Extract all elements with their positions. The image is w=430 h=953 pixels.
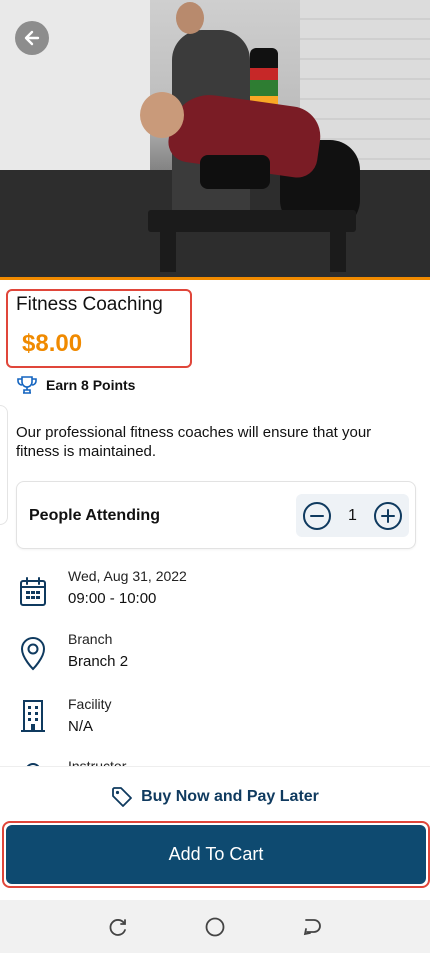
- back-button[interactable]: [15, 21, 49, 55]
- date-text: Wed, Aug 31, 2022: [68, 568, 187, 584]
- product-description: Our professional fitness coaches will en…: [16, 424, 372, 460]
- points-label: Earn 8 Points: [46, 377, 136, 393]
- hero-accent-stripe: [0, 277, 430, 280]
- product-price: $8.00: [22, 330, 83, 357]
- trophy-icon: [17, 376, 37, 394]
- minus-circle-icon: [303, 501, 331, 530]
- quantity-stepper: 1: [296, 494, 409, 537]
- facility-value: N/A: [68, 718, 94, 735]
- branch-row: Branch Branch 2: [16, 631, 416, 681]
- home-circle-icon: [205, 917, 225, 936]
- plus-circle-icon: [374, 501, 402, 530]
- points-row: Earn 8 Points: [16, 375, 135, 395]
- back-nav-icon: [303, 918, 321, 935]
- location-pin-icon: [16, 633, 50, 673]
- increase-button[interactable]: [373, 501, 403, 531]
- hero-image: [0, 0, 430, 278]
- add-to-cart-button[interactable]: Add To Cart: [6, 825, 426, 884]
- time-text: 09:00 - 10:00: [68, 590, 157, 607]
- facility-label: Facility: [68, 696, 112, 712]
- hero-bench-leg: [160, 232, 176, 272]
- calendar-icon: [16, 572, 50, 612]
- hero-athlete-head: [140, 92, 184, 138]
- tag-icon: [112, 787, 132, 807]
- recent-apps-button[interactable]: [98, 907, 138, 947]
- hero-dumbbell: [200, 155, 270, 189]
- product-title: Fitness Coaching: [16, 294, 163, 315]
- hero-bench: [148, 210, 356, 232]
- facility-row: Facility N/A: [16, 696, 416, 746]
- add-to-cart-label: Add To Cart: [168, 844, 264, 864]
- decrease-button[interactable]: [302, 501, 332, 531]
- branch-value: Branch 2: [68, 653, 129, 670]
- back-nav-button[interactable]: [292, 907, 332, 947]
- buy-now-pay-later-button[interactable]: Buy Now and Pay Later: [0, 786, 430, 808]
- people-attending-card: People Attending 1: [16, 481, 416, 549]
- system-navigation-bar: [0, 900, 430, 953]
- back-arrow-icon: [24, 30, 40, 46]
- date-row: Wed, Aug 31, 2022 09:00 - 10:00: [16, 568, 416, 618]
- hero-coach-head: [176, 2, 204, 34]
- branch-label: Branch: [68, 631, 113, 647]
- people-attending-label: People Attending: [29, 507, 160, 524]
- buy-now-pay-later-label: Buy Now and Pay Later: [141, 788, 319, 805]
- side-panel-edge: [0, 405, 8, 525]
- building-icon: [16, 696, 50, 736]
- quantity-value: 1: [348, 506, 357, 524]
- home-button[interactable]: [195, 907, 235, 947]
- recent-apps-icon: [109, 918, 127, 936]
- hero-bench-leg: [330, 232, 346, 272]
